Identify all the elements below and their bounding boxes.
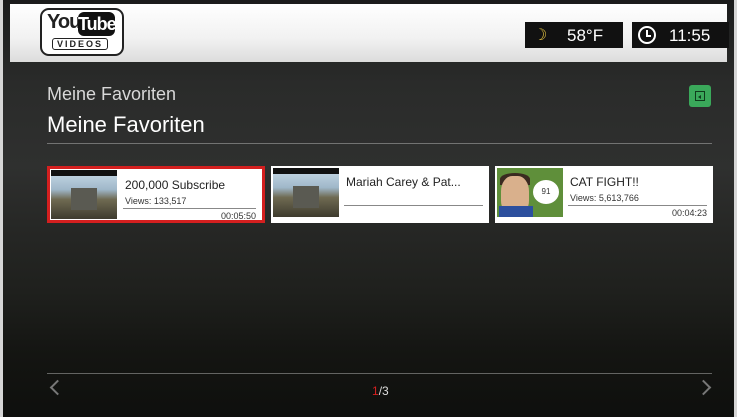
logo-tube: Tube bbox=[78, 12, 117, 36]
video-views: Views: 133,517 bbox=[125, 196, 187, 206]
top-bar: You Tube VIDEOS ☽ 58°F 11:55 bbox=[10, 4, 729, 62]
bottom-divider bbox=[47, 373, 712, 374]
menu-button[interactable] bbox=[689, 85, 711, 107]
left-border bbox=[0, 0, 3, 417]
video-card-3[interactable]: 91 CAT FIGHT!! Views: 5,613,766 00:04:23 bbox=[495, 166, 713, 223]
video-views: Views: 5,613,766 bbox=[570, 193, 639, 203]
video-duration: 00:04:23 bbox=[671, 208, 707, 218]
video-thumbnail bbox=[273, 168, 339, 217]
menu-icon bbox=[695, 91, 705, 101]
logo-you: You bbox=[47, 11, 81, 33]
video-thumbnail: 91 bbox=[497, 168, 563, 217]
clock-widget: 11:55 bbox=[632, 22, 729, 48]
weather-widget: ☽ 58°F bbox=[525, 22, 623, 48]
current-page: 1 bbox=[372, 384, 379, 398]
youtube-logo: You Tube VIDEOS bbox=[40, 8, 124, 56]
video-card-1[interactable]: 200,000 Subscribe Views: 133,517 00:05:5… bbox=[47, 166, 265, 223]
moon-cloud-icon: ☽ bbox=[533, 27, 548, 44]
video-duration: 00:05:50 bbox=[220, 211, 256, 221]
clock-icon bbox=[638, 26, 656, 44]
video-title: CAT FIGHT!! bbox=[570, 175, 639, 189]
video-card-2[interactable]: Mariah Carey & Pat... bbox=[271, 166, 489, 223]
page-indicator: 1/3 bbox=[372, 384, 389, 398]
temperature: 58°F bbox=[567, 26, 604, 45]
video-thumbnail bbox=[51, 170, 117, 219]
breadcrumb: Meine Favoriten bbox=[47, 84, 177, 104]
video-title: Mariah Carey & Pat... bbox=[346, 175, 461, 189]
card-divider bbox=[123, 208, 256, 209]
title-divider bbox=[47, 143, 712, 144]
logo-videos: VIDEOS bbox=[52, 38, 109, 50]
next-page-icon[interactable] bbox=[695, 379, 712, 396]
video-title: 200,000 Subscribe bbox=[125, 178, 226, 192]
card-divider bbox=[568, 205, 707, 206]
page-title: Meine Favoriten bbox=[47, 112, 205, 137]
total-pages: /3 bbox=[378, 384, 389, 398]
card-divider bbox=[344, 205, 483, 206]
previous-page-icon[interactable] bbox=[49, 379, 66, 396]
screen: You Tube VIDEOS ☽ 58°F 11:55 Meine Favor… bbox=[0, 0, 737, 417]
time: 11:55 bbox=[669, 26, 711, 45]
